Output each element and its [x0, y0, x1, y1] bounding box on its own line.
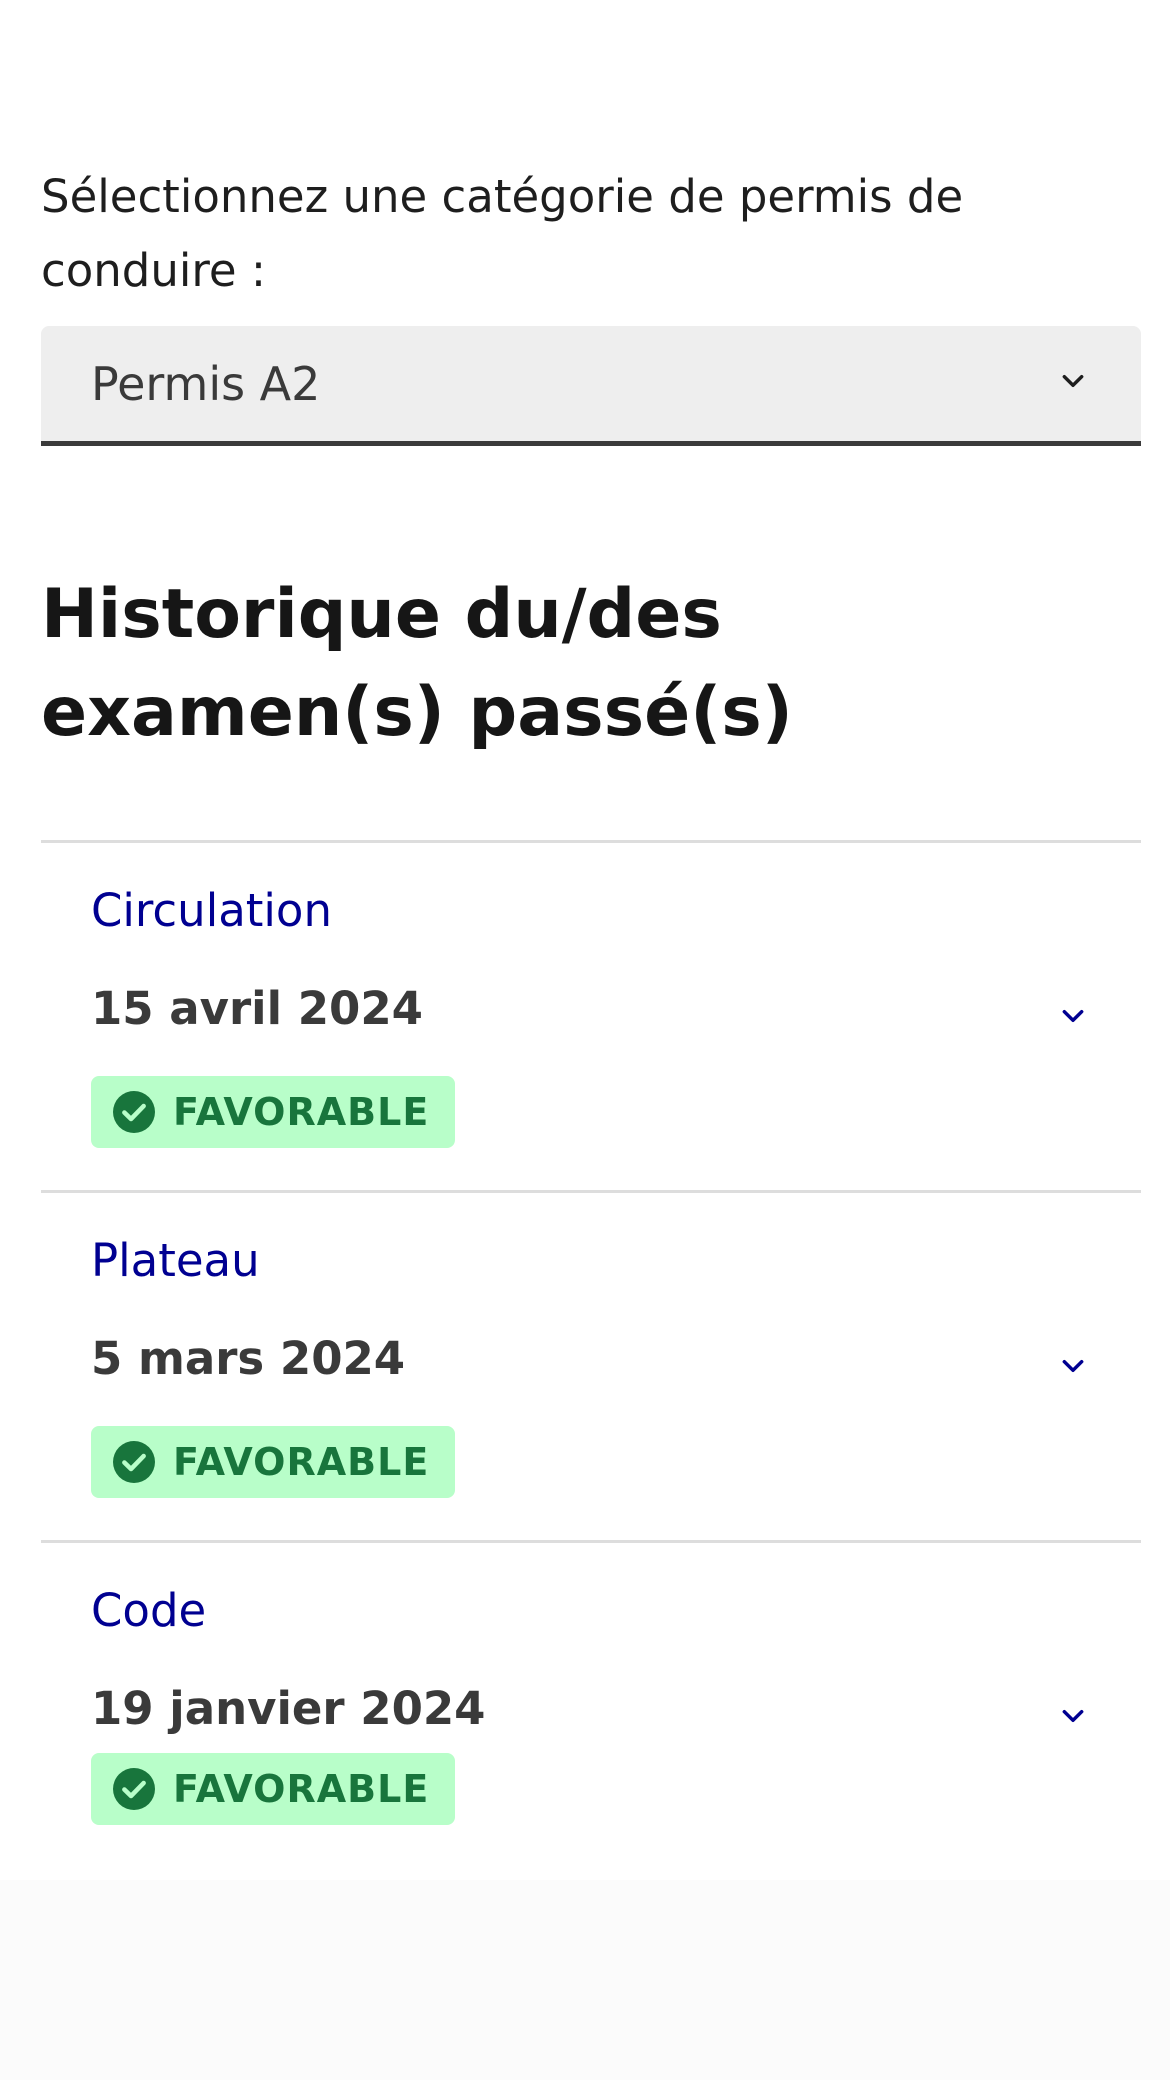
chevron-down-icon[interactable]: [1060, 1353, 1086, 1379]
exam-date: 5 mars 2024: [91, 1332, 406, 1385]
status-badge-label: FAVORABLE: [173, 1767, 430, 1811]
exam-date: 19 janvier 2024: [91, 1682, 486, 1735]
license-category-selected-value: Permis A2: [91, 357, 321, 411]
exam-history-item-code[interactable]: Code 19 janvier 2024 FAVORABLE: [41, 1543, 1141, 1853]
exam-date: 15 avril 2024: [91, 982, 423, 1035]
footer-background: [0, 1880, 1170, 2080]
check-circle-icon: [113, 1768, 155, 1810]
exam-type: Code: [91, 1584, 207, 1637]
exam-type: Plateau: [91, 1234, 260, 1287]
status-badge-label: FAVORABLE: [173, 1440, 430, 1484]
license-category-label: Sélectionnez une catégorie de permis de …: [41, 170, 964, 297]
check-circle-icon: [113, 1091, 155, 1133]
exam-history-item-circulation[interactable]: Circulation 15 avril 2024 FAVORABLE: [41, 843, 1141, 1193]
page: Sélectionnez une catégorie de permis de …: [0, 0, 1170, 2080]
status-badge: FAVORABLE: [91, 1076, 456, 1148]
main-content: Sélectionnez une catégorie de permis de …: [41, 160, 1141, 1853]
exam-history-item-plateau[interactable]: Plateau 5 mars 2024 FAVORABLE: [41, 1193, 1141, 1543]
history-title: Historique du/des examen(s) passé(s): [41, 575, 793, 752]
status-badge-label: FAVORABLE: [173, 1090, 430, 1134]
exam-type: Circulation: [91, 884, 332, 937]
status-badge: FAVORABLE: [91, 1426, 456, 1498]
status-badge: FAVORABLE: [91, 1753, 456, 1825]
chevron-down-icon[interactable]: [1060, 1703, 1086, 1729]
chevron-down-icon: [1062, 374, 1084, 388]
chevron-down-icon[interactable]: [1060, 1003, 1086, 1029]
check-circle-icon: [113, 1441, 155, 1483]
license-category-select[interactable]: Permis A2: [41, 326, 1141, 446]
exam-history-list: Circulation 15 avril 2024 FAVORABLE Plat…: [41, 840, 1141, 1853]
